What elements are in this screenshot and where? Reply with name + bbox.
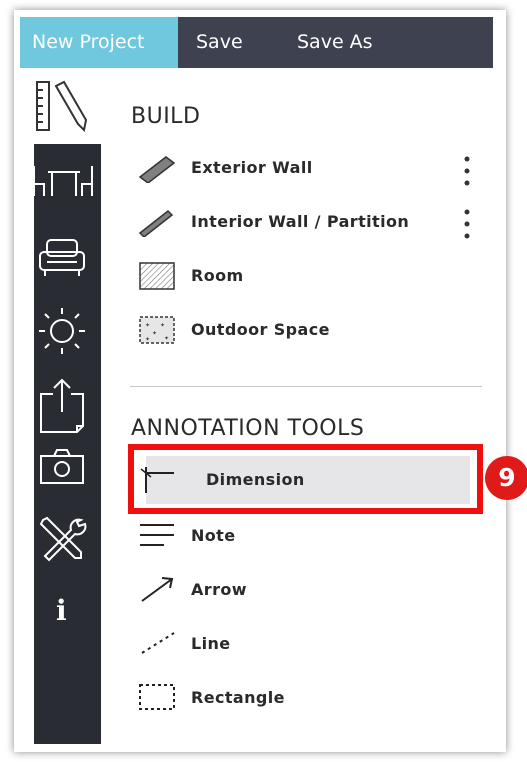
note-tool[interactable]: Note [131,516,481,556]
callout-badge: 9 [485,456,527,500]
rectangle-tool[interactable]: Rectangle [131,678,481,718]
table-chairs-icon[interactable] [30,162,96,202]
svg-text:✦: ✦ [164,335,169,342]
exterior-wall-icon [138,156,176,183]
svg-text:✦: ✦ [160,322,165,329]
outdoor-space-label: Outdoor Space [191,320,330,339]
exterior-wall-tool[interactable]: Exterior Wall [131,148,481,188]
ruler-pencil-icon [36,80,88,133]
outdoor-space-icon: ✦ ✦ ✦✦ ✦ [139,316,175,344]
export-icon[interactable] [37,376,87,438]
section-divider [130,386,482,387]
sun-icon[interactable] [35,304,89,358]
camera-icon[interactable] [38,446,86,486]
exterior-wall-more-icon[interactable] [455,153,479,189]
svg-text:✦: ✦ [145,322,150,329]
room-tool[interactable]: Room [131,256,481,296]
menu-bar: New Project Save Save As [20,17,493,68]
line-tool[interactable]: Line [131,624,481,664]
exterior-wall-label: Exterior Wall [191,158,313,177]
svg-text:✦: ✦ [145,336,150,343]
interior-wall-icon [138,209,174,237]
interior-wall-tool[interactable]: Interior Wall / Partition [131,202,481,242]
room-label: Room [191,266,244,285]
arrow-icon [141,577,174,602]
build-section-title: BUILD [131,104,201,129]
rectangle-label: Rectangle [191,688,285,707]
sidebar-active-tab[interactable] [20,68,101,144]
arrow-tool[interactable]: Arrow [131,570,481,610]
tools-icon[interactable] [37,514,87,564]
line-label: Line [191,634,231,653]
room-icon [139,262,175,290]
outdoor-space-tool[interactable]: ✦ ✦ ✦ ✦ ✦ Outdoor Space [131,310,481,350]
arrow-label: Arrow [191,580,247,599]
interior-wall-label: Interior Wall / Partition [191,212,410,231]
svg-text:✦: ✦ [152,330,157,337]
annotation-section-title: ANNOTATION TOOLS [131,416,365,441]
note-icon [140,524,174,546]
rectangle-icon [139,684,175,710]
sofa-icon[interactable] [37,236,87,280]
interior-wall-more-icon[interactable] [455,206,479,242]
new-project-menu[interactable]: New Project [20,17,178,68]
highlight-box [128,444,483,514]
line-icon [141,632,175,654]
save-as-menu[interactable]: Save As [297,17,373,68]
info-icon[interactable]: i [56,594,67,627]
save-menu[interactable]: Save [196,17,243,68]
note-label: Note [191,526,236,545]
sidebar: i [33,144,101,744]
